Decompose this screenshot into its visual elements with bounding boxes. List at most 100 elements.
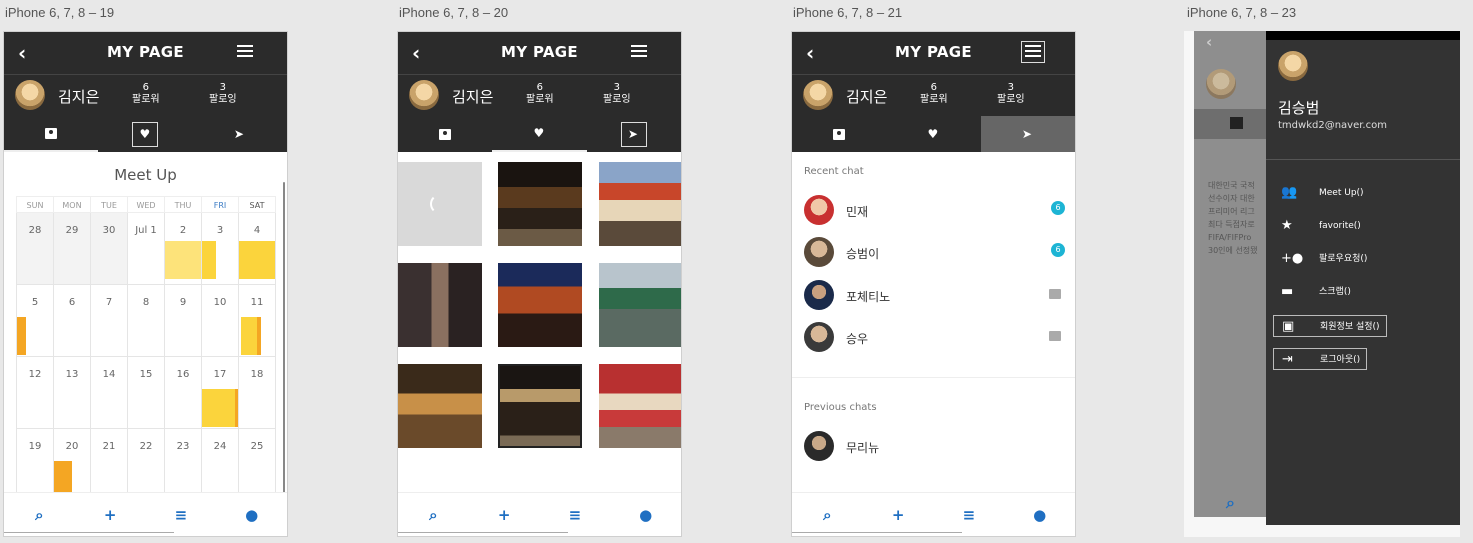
following-stat[interactable]: 3 팔로잉 (603, 82, 631, 106)
calendar-day[interactable]: 22 (127, 429, 164, 501)
contact-card-icon (1230, 117, 1243, 129)
person-icon[interactable]: ● (610, 506, 681, 524)
calendar-day[interactable]: 4 (238, 213, 276, 285)
profile-name: 김지은 (846, 88, 888, 106)
tab-chat[interactable]: ➤ (980, 116, 1075, 152)
calendar-day[interactable]: 21 (90, 429, 127, 501)
calendar-day[interactable]: 13 (53, 357, 90, 429)
contact-card-icon (439, 128, 452, 140)
tab-contact[interactable] (4, 116, 99, 152)
search-icon[interactable]: ⌕ (398, 506, 469, 524)
calendar-day[interactable]: 24 (201, 429, 238, 501)
followers-stat[interactable]: 6 팔로워 (132, 82, 160, 106)
avatar[interactable] (803, 80, 833, 110)
calendar-day[interactable]: 18 (238, 357, 276, 429)
calendar-day[interactable]: 7 (90, 285, 127, 357)
avatar[interactable] (409, 80, 439, 110)
drawer-item-logout[interactable]: ⇥ 로그아웃() (1273, 348, 1368, 370)
calendar-day[interactable]: 10 (201, 285, 238, 357)
photo-loading[interactable] (398, 162, 482, 246)
restaurant-photo[interactable] (599, 364, 681, 448)
search-icon[interactable]: ⌕ (4, 506, 75, 524)
avatar[interactable] (1278, 51, 1308, 81)
tab-favorite[interactable]: ♥ (98, 116, 192, 152)
tab-contact[interactable] (792, 116, 886, 152)
calendar-day[interactable]: 9 (164, 285, 201, 357)
calendar-day[interactable]: 16 (164, 357, 201, 429)
paper-plane-icon: ➤ (1021, 126, 1032, 141)
chat-row[interactable]: 포체티노 (792, 277, 1075, 313)
hamburger-menu-icon[interactable] (1021, 41, 1045, 63)
restaurant-photo[interactable] (498, 162, 582, 246)
following-stat[interactable]: 3 팔로잉 (997, 82, 1025, 106)
chat-row[interactable]: 승범이 6 (792, 234, 1075, 270)
calendar-day[interactable]: 14 (90, 357, 127, 429)
recent-chat-heading: Recent chat (804, 166, 864, 177)
profile-tabs: ♥ ➤ (792, 116, 1075, 152)
calendar-day[interactable]: Jul 1 (127, 213, 164, 285)
chat-row[interactable]: 민재 6 (792, 192, 1075, 228)
event-marker[interactable] (17, 317, 26, 355)
restaurant-photo[interactable] (498, 364, 582, 448)
calendar-day[interactable]: 15 (127, 357, 164, 429)
calendar-day[interactable]: 30 (90, 213, 127, 285)
restaurant-photo[interactable] (599, 263, 681, 347)
calendar-day[interactable]: 25 (238, 429, 276, 501)
hamburger-menu-icon[interactable] (237, 45, 253, 59)
add-icon[interactable]: + (469, 506, 540, 524)
tab-chat[interactable]: ➤ (193, 116, 287, 152)
drawer-item-favorite[interactable]: ★ favorite() (1273, 215, 1361, 237)
avatar (804, 280, 834, 310)
calendar-day[interactable]: 19 (16, 429, 53, 501)
calendar-day[interactable]: 28 (16, 213, 53, 285)
calendar-day[interactable]: 11 (238, 285, 276, 357)
drawer-item-account-settings[interactable]: ▣ 회원정보 설정() (1273, 315, 1387, 337)
add-icon[interactable]: + (863, 506, 934, 524)
tab-chat[interactable]: ➤ (587, 116, 681, 152)
add-icon[interactable]: + (75, 506, 146, 524)
event-marker[interactable] (241, 317, 261, 355)
calendar-day[interactable]: 12 (16, 357, 53, 429)
hamburger-menu-icon[interactable] (631, 45, 647, 59)
restaurant-photo[interactable] (599, 162, 681, 246)
following-stat[interactable]: 3 팔로잉 (209, 82, 237, 106)
event-marker[interactable] (165, 241, 201, 279)
calendar-day[interactable]: 5 (16, 285, 53, 357)
event-marker[interactable] (202, 241, 216, 279)
side-drawer: 김승범 tmdwkd2@naver.com 👥 Meet Up() ★ favori… (1266, 31, 1460, 525)
calendar-day[interactable]: 3 (201, 213, 238, 285)
chat-row[interactable]: 승우 (792, 319, 1075, 355)
person-add-icon: +● (1281, 251, 1304, 266)
calendar-day[interactable]: 17 (201, 357, 238, 429)
calendar-day[interactable]: 23 (164, 429, 201, 501)
drawer-item-meetup[interactable]: 👥 Meet Up() (1273, 182, 1364, 204)
calendar-day[interactable]: 29 (53, 213, 90, 285)
drawer-item-scrap[interactable]: ▬ 스크랩() (1273, 281, 1351, 303)
person-icon[interactable]: ● (216, 506, 287, 524)
tab-favorite[interactable]: ♥ (886, 116, 980, 152)
list-icon[interactable]: ≡ (146, 506, 217, 524)
restaurant-photo[interactable] (398, 263, 482, 347)
restaurant-photo[interactable] (498, 263, 582, 347)
tab-contact[interactable] (398, 116, 492, 152)
list-icon[interactable]: ≡ (934, 506, 1005, 524)
restaurant-photo[interactable] (398, 364, 482, 448)
followers-stat[interactable]: 6 팔로워 (526, 82, 554, 106)
event-marker[interactable] (239, 241, 275, 279)
calendar-day[interactable]: 2 (164, 213, 201, 285)
chat-row[interactable]: 무리뉴 (792, 428, 1075, 464)
list-icon[interactable]: ≡ (540, 506, 611, 524)
search-icon[interactable]: ⌕ (792, 506, 863, 524)
calendar-day[interactable]: 6 (53, 285, 90, 357)
avatar[interactable] (15, 80, 45, 110)
followers-stat[interactable]: 6 팔로워 (920, 82, 948, 106)
calendar-day[interactable]: 8 (127, 285, 164, 357)
drawer-item-follow-requests[interactable]: +● 팔로우요청() (1273, 248, 1367, 270)
avatar (804, 322, 834, 352)
scrollbar[interactable] (283, 182, 285, 512)
calendar-day[interactable]: 20 (53, 429, 90, 501)
tab-favorite[interactable]: ♥ (492, 116, 587, 152)
event-marker[interactable] (202, 389, 238, 427)
profile-name: 김지은 (452, 88, 494, 106)
person-icon[interactable]: ● (1004, 506, 1075, 524)
